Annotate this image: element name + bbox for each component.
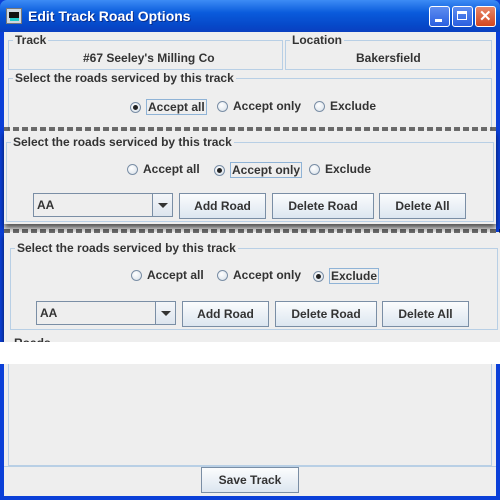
track-value: #67 Seeley's Milling Co: [83, 51, 215, 65]
radio-icon: [314, 100, 325, 112]
maximize-icon[interactable]: [452, 6, 473, 27]
minimize-icon[interactable]: [429, 6, 450, 27]
radio-accept-all[interactable]: Accept all: [127, 162, 200, 176]
close-icon[interactable]: [475, 6, 496, 27]
panel-1-label: Select the roads serviced by this track: [13, 71, 236, 85]
delete-all-button[interactable]: Delete All: [382, 301, 469, 327]
radio-selected-icon: [313, 270, 324, 282]
radio-exclude[interactable]: Exclude: [314, 99, 376, 113]
radio-accept-all[interactable]: Accept all: [130, 99, 207, 115]
road-combobox[interactable]: AA: [33, 193, 173, 217]
road-combobox-value: AA: [40, 306, 58, 320]
location-label: Location: [290, 33, 344, 47]
torn-edge: [4, 229, 500, 233]
add-road-button[interactable]: Add Road: [182, 301, 269, 327]
radio-accept-only[interactable]: Accept only: [214, 162, 303, 178]
delete-road-button[interactable]: Delete Road: [275, 301, 377, 327]
radio-exclude[interactable]: Exclude: [309, 162, 371, 176]
radio-exclude[interactable]: Exclude: [313, 268, 380, 284]
window-title: Edit Track Road Options: [28, 8, 191, 24]
radio-icon: [217, 269, 228, 281]
add-road-button[interactable]: Add Road: [179, 193, 266, 219]
snippet-exclude: Select the roads serviced by this track …: [4, 229, 500, 350]
edit-track-road-options-window: Edit Track Road Options Track #67 Seeley…: [0, 0, 500, 500]
snippet-accept-only: Select the roads serviced by this track …: [4, 127, 496, 224]
radio-icon: [127, 163, 138, 175]
snippet-gap: [0, 342, 500, 364]
panel-2-label: Select the roads serviced by this track: [11, 135, 234, 149]
button-bar: Save Track: [4, 466, 496, 496]
delete-road-button[interactable]: Delete Road: [272, 193, 374, 219]
road-combobox-value: AA: [37, 198, 55, 212]
panel-3-label: Select the roads serviced by this track: [15, 241, 238, 255]
track-group: Track #67 Seeley's Milling Co: [8, 33, 283, 70]
location-group: Location Bakersfield: [285, 33, 492, 70]
road-combobox[interactable]: AA: [36, 301, 176, 325]
delete-all-button[interactable]: Delete All: [379, 193, 466, 219]
radio-accept-all[interactable]: Accept all: [131, 268, 204, 282]
radio-icon: [217, 100, 228, 112]
roads-panel-2: Select the roads serviced by this track …: [6, 135, 494, 222]
save-track-button[interactable]: Save Track: [201, 467, 299, 493]
app-icon: [6, 8, 22, 24]
roads-panel-3: Select the roads serviced by this track …: [10, 241, 498, 330]
radio-selected-icon: [130, 101, 141, 113]
radio-icon: [131, 269, 142, 281]
radio-selected-icon: [214, 164, 225, 176]
track-label: Track: [13, 33, 49, 47]
location-value: Bakersfield: [356, 51, 421, 65]
torn-edge: [4, 127, 496, 131]
chevron-down-icon[interactable]: [155, 302, 175, 324]
radio-icon: [309, 163, 320, 175]
radio-accept-only[interactable]: Accept only: [217, 268, 301, 282]
title-bar[interactable]: Edit Track Road Options: [0, 0, 500, 32]
radio-accept-only[interactable]: Accept only: [217, 99, 301, 113]
chevron-down-icon[interactable]: [152, 194, 172, 216]
